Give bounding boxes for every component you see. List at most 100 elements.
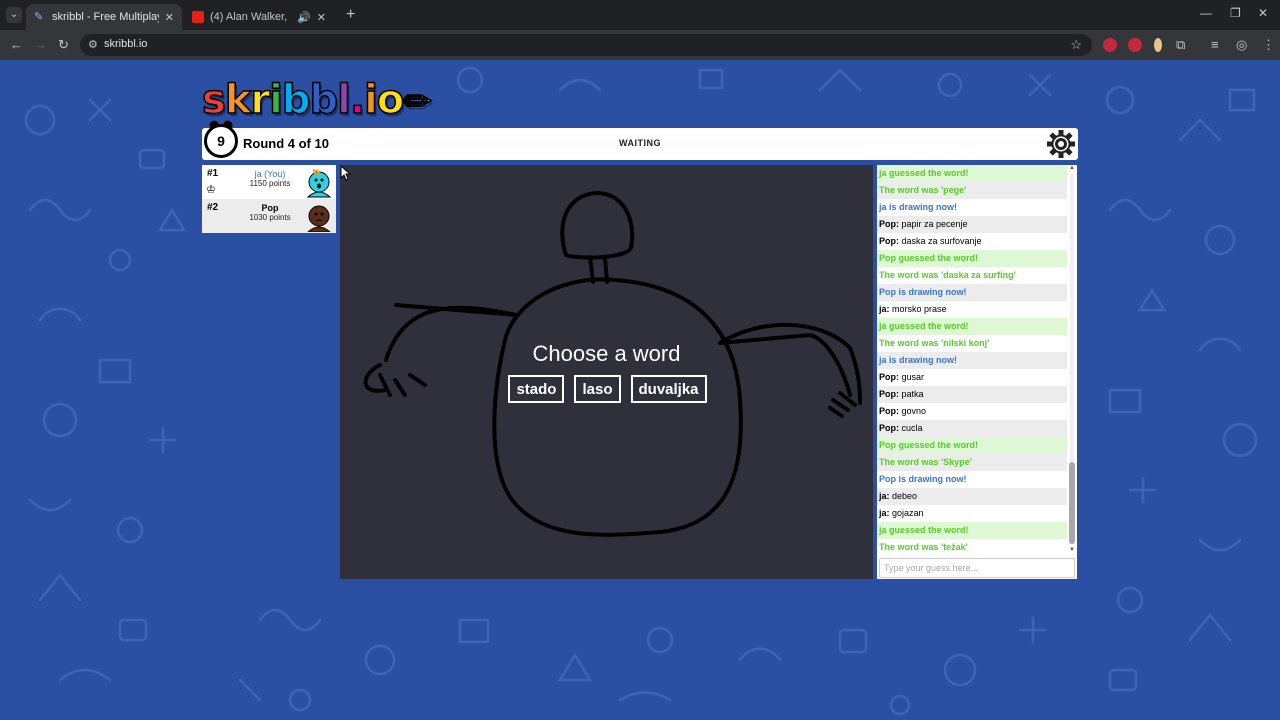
chat-author: Pop: bbox=[879, 406, 899, 416]
chat-message-text: The word was 'nilski konj' bbox=[879, 338, 990, 348]
chat-message: Pop: govno bbox=[877, 403, 1067, 420]
browser-nav-bar: ← → ↻ ⚙ skribbl.io ☆ ⧉ ≡ ◎ ⋮ bbox=[0, 30, 1280, 60]
chat-author: Pop: bbox=[879, 389, 899, 399]
crown-icon: ♔ bbox=[206, 184, 216, 196]
word-option-button[interactable]: stado bbox=[508, 375, 565, 403]
guess-input[interactable] bbox=[879, 558, 1075, 578]
new-tab-icon[interactable]: + bbox=[346, 6, 355, 24]
chat-message: Pop guessed the word! bbox=[877, 437, 1067, 454]
chat-messages[interactable]: ja guessed the word! The word was 'pege' j… bbox=[877, 165, 1067, 553]
bookmark-star-icon[interactable]: ☆ bbox=[1070, 37, 1082, 53]
chat-message-text: ja is drawing now! bbox=[879, 202, 958, 212]
chat-author: Pop: bbox=[879, 372, 899, 382]
player-row[interactable]: #2 Pop 1030 points bbox=[202, 199, 336, 233]
chat-message: ja: debeo bbox=[877, 488, 1067, 505]
tab-close-icon[interactable]: ✕ bbox=[317, 11, 326, 24]
tab-close-icon[interactable]: ✕ bbox=[165, 11, 174, 24]
chat-message: Pop: gusar bbox=[877, 369, 1067, 386]
chat-message-text: debeo bbox=[892, 491, 918, 501]
close-window-icon[interactable]: ✕ bbox=[1258, 6, 1268, 20]
extension-icon[interactable] bbox=[1128, 38, 1142, 52]
skribbl-logo[interactable]: skribbl.io✏ bbox=[201, 77, 432, 123]
word-choices: stado laso duvaljka bbox=[340, 375, 873, 403]
pencil-favicon-icon: ✎ bbox=[34, 11, 44, 23]
chat-author: ja: bbox=[879, 304, 890, 314]
speaker-icon[interactable]: 🔊 bbox=[297, 11, 311, 24]
youtube-favicon-icon bbox=[192, 11, 204, 23]
chat-message: The word was 'pege' bbox=[877, 182, 1067, 199]
chat-message-text: ja is drawing now! bbox=[879, 355, 958, 365]
chat-message: The word was 'težak' bbox=[877, 539, 1067, 553]
profile-icon[interactable]: ◎ bbox=[1236, 37, 1247, 53]
choose-word-title: Choose a word bbox=[532, 341, 681, 366]
chat-message: ja guessed the word! bbox=[877, 318, 1067, 335]
media-control-icon[interactable]: ≡ bbox=[1211, 37, 1219, 52]
chat-message: Pop: patka bbox=[877, 386, 1067, 403]
extension-icon[interactable] bbox=[1103, 38, 1117, 52]
chat-message: Pop: daska za surfovanje bbox=[877, 233, 1067, 250]
word-option-button[interactable]: laso bbox=[574, 375, 621, 403]
player-name: Pop bbox=[261, 203, 279, 213]
player-avatar bbox=[306, 168, 332, 198]
chat-message-text: cucla bbox=[901, 423, 923, 433]
word-option-button[interactable]: duvaljka bbox=[630, 375, 707, 403]
chat-message-text: patka bbox=[901, 389, 924, 399]
chat-message-text: ja guessed the word! bbox=[879, 525, 969, 535]
settings-gear-icon[interactable] bbox=[1046, 129, 1076, 159]
back-icon[interactable]: ← bbox=[10, 37, 23, 52]
player-row[interactable]: #1 ♔ ja (You) 1150 points bbox=[202, 165, 336, 199]
chat-message: Pop is drawing now! bbox=[877, 471, 1067, 488]
chat-message-text: Pop guessed the word! bbox=[879, 253, 979, 263]
chat-message-text: The word was 'pege' bbox=[879, 185, 967, 195]
scroll-up-icon[interactable]: ▲ bbox=[1068, 165, 1076, 171]
chat-scrollbar[interactable]: ▲ ▼ bbox=[1068, 165, 1076, 553]
player-points: 1150 points bbox=[249, 179, 291, 188]
tab-youtube[interactable]: (4) Alan Walker, Dua Lipa, C 🔊 ✕ bbox=[184, 4, 334, 30]
chat-message-text: Pop is drawing now! bbox=[879, 287, 967, 297]
player-list: #1 ♔ ja (You) 1150 points #2 Pop 1030 po… bbox=[202, 165, 336, 233]
chat-message-text: morsko prase bbox=[892, 304, 947, 314]
chat-message: ja: gojazan bbox=[877, 505, 1067, 522]
drawing-canvas[interactable]: Choose a word stado laso duvaljka bbox=[340, 165, 873, 579]
chat-message: Pop guessed the word! bbox=[877, 250, 1067, 267]
tab-skribbl[interactable]: ✎ skribbl - Free Multiplayer Drawi ✕ bbox=[26, 4, 182, 30]
game-status: WAITING bbox=[619, 138, 661, 148]
chat-panel: ja guessed the word! The word was 'pege' j… bbox=[877, 165, 1077, 579]
reload-icon[interactable]: ↻ bbox=[58, 37, 69, 53]
tab-title: (4) Alan Walker, Dua Lipa, C bbox=[210, 11, 291, 23]
forward-icon[interactable]: → bbox=[34, 37, 47, 52]
minimize-icon[interactable]: — bbox=[1200, 6, 1212, 20]
chat-message: Pop is drawing now! bbox=[877, 284, 1067, 301]
chat-message: ja guessed the word! bbox=[877, 165, 1067, 182]
extension-icon[interactable] bbox=[1154, 38, 1162, 52]
url-text: skribbl.io bbox=[104, 38, 148, 50]
maximize-icon[interactable]: ❐ bbox=[1230, 6, 1241, 20]
chat-message-text: papir za pecenje bbox=[901, 219, 968, 229]
chat-author: ja: bbox=[879, 491, 890, 501]
chat-message: ja guessed the word! bbox=[877, 522, 1067, 539]
player-rank: #2 bbox=[207, 202, 219, 213]
scroll-thumb[interactable] bbox=[1069, 462, 1075, 544]
chat-message: The word was 'Skype' bbox=[877, 454, 1067, 471]
scroll-down-icon[interactable]: ▼ bbox=[1068, 547, 1076, 553]
chat-author: ja: bbox=[879, 508, 890, 518]
chat-message-text: ja guessed the word! bbox=[879, 321, 969, 331]
menu-kebab-icon[interactable]: ⋮ bbox=[1262, 37, 1275, 53]
canvas-drawing bbox=[363, 191, 862, 537]
browser-tab-bar: ⌄ ✎ skribbl - Free Multiplayer Drawi ✕ (… bbox=[0, 0, 1280, 30]
address-bar[interactable]: ⚙ skribbl.io ☆ bbox=[80, 34, 1092, 56]
chat-message-text: The word was 'daska za surfing' bbox=[879, 270, 1016, 280]
chat-message-text: gojazan bbox=[892, 508, 924, 518]
chat-message-text: The word was 'težak' bbox=[879, 542, 968, 552]
skribbl-page: skribbl.io✏ 9 Round 4 of 10 WAITING #1 ♔… bbox=[0, 60, 1280, 720]
chat-message-text: Pop is drawing now! bbox=[879, 474, 967, 484]
game-header: 9 Round 4 of 10 WAITING bbox=[202, 124, 1078, 160]
tab-search-dropdown-icon[interactable]: ⌄ bbox=[6, 7, 22, 23]
chat-message: ja is drawing now! bbox=[877, 352, 1067, 369]
mouse-cursor-icon bbox=[340, 165, 352, 181]
site-info-icon[interactable]: ⚙ bbox=[88, 38, 98, 51]
chat-author: Pop: bbox=[879, 219, 899, 229]
extensions-puzzle-icon[interactable]: ⧉ bbox=[1176, 37, 1185, 53]
chat-message-text: Pop guessed the word! bbox=[879, 440, 979, 450]
chat-message: ja is drawing now! bbox=[877, 199, 1067, 216]
